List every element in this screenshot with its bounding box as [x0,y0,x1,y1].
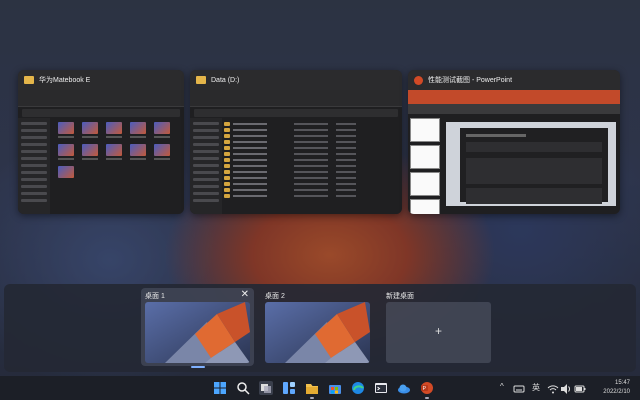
clock-time: 15:47 [614,380,630,386]
close-icon[interactable]: ✕ [241,289,249,300]
volume-icon[interactable] [560,382,572,394]
powerpoint-icon [414,75,423,85]
desktop-1[interactable]: 桌面 1 ✕ [141,288,254,368]
new-desktop-button[interactable]: 新建桌面 + [382,288,495,366]
edge-icon[interactable] [351,381,365,395]
taskbar: P ^ 英 15:47 2022/2/10 [0,376,640,400]
widgets-icon[interactable] [282,381,296,395]
desktop-2[interactable]: 桌面 2 [261,288,374,366]
virtual-desktops-bar: 桌面 1 ✕ 桌面 2 新建桌面 + [4,284,636,372]
window-card-matebook[interactable]: 华为Matebook E [18,70,184,214]
show-hidden-icons-chevron[interactable]: ^ [500,382,504,391]
clock-date: 2022/2/10 [603,389,630,395]
file-explorer-icon[interactable] [305,381,319,395]
powerpoint-icon[interactable]: P [420,381,434,395]
touch-keyboard-icon[interactable] [513,382,525,394]
desktop-label: 桌面 1 [145,293,165,300]
explorer-thumbnail [190,90,402,214]
task-view-icon[interactable] [259,381,273,395]
system-clock[interactable]: 15:47 2022/2/10 [603,379,630,397]
folder-icon [196,76,206,84]
explorer-thumbnail [18,90,184,214]
windows-start-icon[interactable] [213,381,227,395]
ime-indicator[interactable]: 英 [532,382,540,393]
desktop-thumbnail [145,302,250,363]
window-title: 华为Matebook E [39,77,91,84]
window-title: Data (D:) [211,76,240,84]
running-indicator [310,397,314,399]
desktop-label: 桌面 2 [265,293,285,300]
window-title: 性能测试截图 - PowerPoint [428,77,513,84]
microsoft-store-icon[interactable] [328,381,342,395]
onedrive-icon[interactable] [397,381,411,395]
desktop-thumbnail [265,302,370,363]
folder-icon [24,76,34,84]
active-desktop-indicator [191,366,205,368]
wifi-icon[interactable] [547,382,559,394]
window-card-data-drive[interactable]: Data (D:) [190,70,402,214]
powerpoint-thumbnail [408,90,620,214]
terminal-icon[interactable] [374,381,388,395]
window-card-powerpoint[interactable]: 性能测试截图 - PowerPoint [408,70,620,214]
search-icon[interactable] [236,381,250,395]
new-desktop-tile: + [386,302,491,363]
running-indicator [425,397,429,399]
battery-icon[interactable] [574,382,586,394]
plus-icon: + [434,324,442,338]
desktop-label: 新建桌面 [386,293,414,300]
